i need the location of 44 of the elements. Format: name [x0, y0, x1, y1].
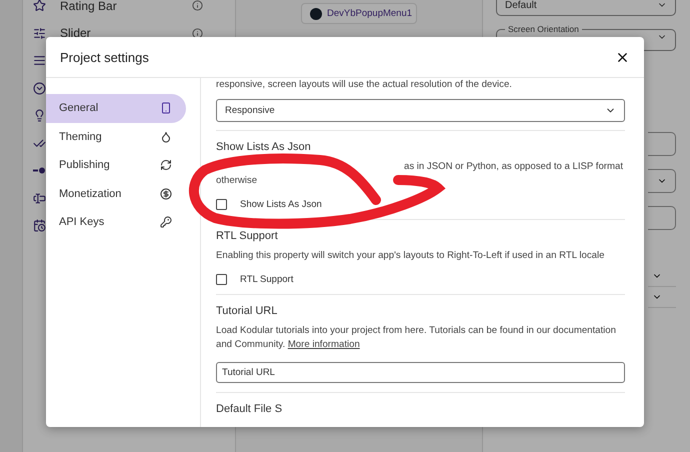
setting-description: Load Kodular tutorials into your project from here. Tutorials can be found in our documentation and Community. More information [216, 324, 617, 352]
palette-icon [33, 0, 46, 12]
component-chip[interactable]: DevYbPopupMenu1 [301, 3, 417, 24]
palette-icon [33, 219, 46, 232]
phone-icon [160, 102, 172, 114]
setting-heading: RTL Support [216, 230, 279, 242]
tutorial-url-field[interactable]: Tutorial URL [216, 362, 625, 383]
palette-icon [33, 192, 46, 205]
checkbox-label: RTL Support [240, 274, 294, 285]
nav-tab[interactable]: General [46, 94, 186, 122]
palette-icon [33, 109, 46, 122]
layout-select[interactable]: Responsive [216, 99, 625, 122]
palette-icon [33, 82, 46, 95]
setting-description: as in JSON or Python, as opposed to a LISP format otherwise [216, 160, 624, 188]
nav-tab[interactable]: API Keys [46, 208, 186, 236]
checkbox[interactable] [216, 274, 227, 285]
info-icon[interactable] [192, 28, 203, 39]
property-field[interactable] [648, 206, 676, 230]
droplet-icon [160, 130, 172, 143]
dialog-title: Project settings [60, 50, 149, 64]
setting-description: Enabling this property will switch your app's layouts to Right-To-Left if used in an RTL locale [216, 249, 606, 263]
palette-icon [33, 136, 46, 150]
info-icon[interactable] [192, 0, 203, 12]
nav-tab[interactable]: Theming [46, 122, 186, 151]
dollar-icon [160, 188, 172, 200]
refresh-icon [160, 159, 172, 172]
setting-heading: Default File S [216, 403, 284, 415]
checkbox-label: Show Lists As Json [240, 199, 322, 210]
nav-tab[interactable]: Monetization [46, 180, 186, 208]
property-field[interactable] [648, 132, 676, 156]
setting-heading: Show Lists As Json [216, 141, 312, 153]
key-icon [160, 216, 172, 228]
component-icon [310, 8, 322, 20]
property-select[interactable]: Default [496, 0, 676, 16]
palette-item[interactable]: Slider [60, 26, 178, 40]
setting-heading: Tutorial URL [216, 305, 278, 317]
setting-description: responsive, screen layouts will use the actual resolution of the device. [216, 78, 513, 92]
palette-item[interactable]: Rating Bar [60, 0, 178, 13]
palette-icon [33, 54, 46, 68]
palette-icon [33, 26, 46, 40]
nav-tab[interactable]: Publishing [46, 151, 186, 180]
checkbox[interactable] [216, 199, 227, 210]
property-select[interactable] [648, 169, 676, 193]
more-information-link[interactable]: More information [288, 339, 360, 350]
